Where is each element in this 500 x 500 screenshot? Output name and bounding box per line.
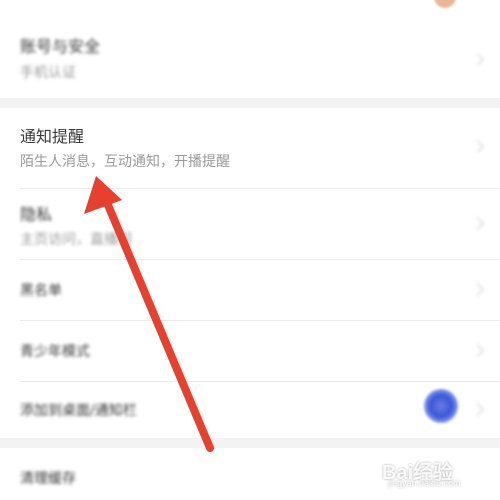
watermark-url: jingyan.baidu.com (388, 478, 461, 488)
chevron-right-icon (471, 217, 484, 230)
settings-row-blacklist[interactable]: 黑名单 (0, 260, 500, 320)
row-subtitle: 手机认证 (20, 65, 76, 81)
chevron-right-icon (471, 140, 484, 153)
app-shortcut-icon (424, 389, 458, 423)
chevron-right-icon (471, 344, 484, 357)
chevron-right-icon (471, 403, 484, 416)
chevron-right-icon (471, 283, 484, 296)
row-title: 黑名单 (20, 283, 62, 299)
settings-row-privacy[interactable]: 隐私 主页访问，直播间 (0, 189, 500, 259)
row-title: 青少年模式 (20, 344, 90, 360)
settings-card-top: 账号与安全 手机认证 (0, 0, 500, 98)
row-subtitle: 主页访问，直播间 (20, 232, 132, 248)
settings-row-account-security[interactable]: 账号与安全 手机认证 (0, 22, 500, 98)
row-title: 添加到桌面/通知栏 (20, 403, 137, 419)
row-title: 清理缓存 (20, 471, 76, 487)
settings-card-main: 通知提醒 陌生人消息，互动通知，开播提醒 隐私 主页访问，直播间 黑名单 青少年… (0, 108, 500, 438)
row-title: 通知提醒 (20, 127, 85, 146)
row-title: 隐私 (20, 205, 53, 224)
avatar (434, 0, 456, 8)
chevron-right-icon (471, 53, 484, 66)
row-title: 账号与安全 (20, 37, 101, 56)
row-subtitle: 陌生人消息，互动通知，开播提醒 (20, 154, 230, 170)
settings-row-youth-mode[interactable]: 青少年模式 (0, 321, 500, 381)
settings-row-notifications[interactable]: 通知提醒 陌生人消息，互动通知，开播提醒 (0, 108, 500, 188)
settings-screen: 账号与安全 手机认证 通知提醒 陌生人消息，互动通知，开播提醒 隐私 主页访问，… (0, 0, 500, 500)
baidu-jingyan-watermark: Bai经验 jingyan.baidu.com (382, 456, 482, 490)
